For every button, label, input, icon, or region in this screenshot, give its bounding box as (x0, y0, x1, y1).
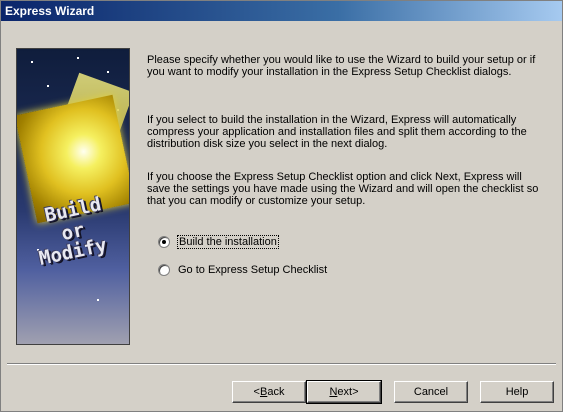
help-button[interactable]: Help (480, 381, 554, 403)
cancel-button[interactable]: Cancel (394, 381, 468, 403)
option-setup-checklist[interactable]: Go to Express Setup Checklist (158, 262, 327, 278)
intro-paragraph-3: If you choose the Express Setup Checklis… (147, 171, 539, 207)
next-button[interactable]: Next > (306, 380, 382, 404)
back-rest: ack (267, 386, 285, 398)
radio-setup-checklist[interactable] (158, 264, 170, 276)
next-rest: ext (337, 386, 353, 398)
button-separator (7, 363, 556, 365)
next-mnemonic: N (329, 386, 338, 398)
build-or-modify-graphic: Build or Modify (16, 48, 130, 345)
express-wizard-window: Express Wizard Build or Modify Please sp… (0, 0, 563, 412)
back-mnemonic: B (259, 386, 268, 398)
radio-build-installation[interactable] (158, 236, 170, 248)
window-title: Express Wizard (5, 4, 95, 18)
intro-paragraph-2: If you select to build the installation … (147, 114, 527, 150)
option-build-installation-label[interactable]: Build the installation (177, 235, 279, 249)
back-button[interactable]: < Back (232, 381, 306, 403)
intro-paragraph-1: Please specify whether you would like to… (147, 54, 536, 78)
title-bar[interactable]: Express Wizard (1, 1, 562, 21)
option-setup-checklist-label[interactable]: Go to Express Setup Checklist (178, 264, 327, 276)
next-suffix: > (352, 386, 359, 398)
option-build-installation[interactable]: Build the installation (158, 234, 279, 250)
